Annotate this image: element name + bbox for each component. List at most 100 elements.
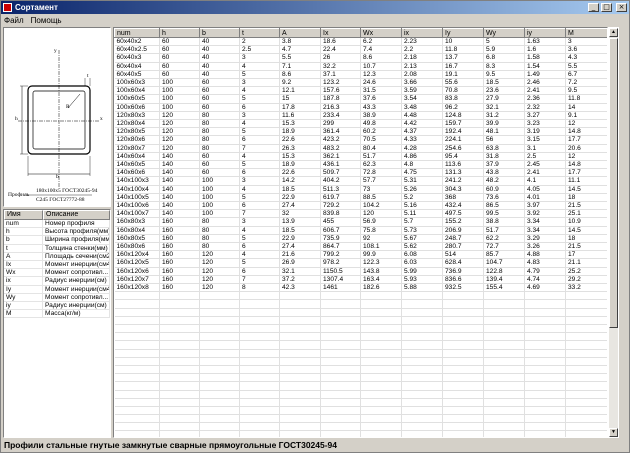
menu-help[interactable]: Помощь xyxy=(31,16,62,25)
table-cell: 5 xyxy=(239,70,280,80)
scroll-thumb[interactable] xyxy=(609,38,618,328)
param-row[interactable]: ix Радиус инерции(см) xyxy=(4,277,110,286)
empty-cell xyxy=(442,291,484,301)
table-row[interactable]: 100x60x3 100 60 3 9.2 123.2 24.6 3.66 55.6 18.5 2.… xyxy=(114,78,607,88)
column-header[interactable]: h xyxy=(159,28,200,38)
empty-cell xyxy=(401,422,443,432)
table-cell: 6 xyxy=(239,135,280,145)
table-row[interactable]: 120x80x5 120 80 5 18.9 361.4 60.2 4.37 192.4 48.1… xyxy=(114,127,607,137)
empty-cell xyxy=(401,349,443,358)
table-row[interactable]: 140x60x6 140 60 6 22.6 509.7 72.8 4.75 131.3 43.8… xyxy=(114,168,607,178)
close-button[interactable]: × xyxy=(616,3,627,12)
table-cell: 4.33 xyxy=(401,135,443,145)
table-row[interactable]: 100x60x5 100 60 5 15 187.8 37.6 3.54 83.8 27.9 2.3… xyxy=(114,94,607,104)
param-row[interactable]: iy Радиус инерции(см) xyxy=(4,301,110,311)
column-header[interactable]: Wy xyxy=(483,28,525,38)
table-cell: 2.5 xyxy=(524,152,566,162)
empty-cell xyxy=(565,299,607,309)
table-row[interactable]: 60x40x5 60 40 5 8.6 37.1 12.3 2.08 19.1 9.5 1.49 6.… xyxy=(114,70,607,80)
vertical-scrollbar[interactable]: ▲ ▼ xyxy=(608,27,619,438)
table-row[interactable]: 100x60x4 100 60 4 12.1 157.6 31.5 3.59 70.8 23.6 2… xyxy=(114,86,607,96)
param-row[interactable]: b Ширина профиля(мм) xyxy=(4,236,110,245)
table-row[interactable]: 60x40x3 60 40 3 5.5 26 8.6 2.18 13.7 6.8 1.58 4.3 xyxy=(114,53,607,63)
table-cell: 5 xyxy=(483,37,525,47)
table-row[interactable]: 60x40x2.5 60 40 2.5 4.7 22.4 7.4 2.2 11.8 5.9 1.6 3… xyxy=(114,45,607,55)
scroll-up-arrow-icon[interactable]: ▲ xyxy=(609,28,618,37)
table-row[interactable]: 140x100x3 140 100 3 14.2 404.2 57.7 5.31 241.2 48… xyxy=(114,176,607,186)
table-row[interactable]: 120x80x3 120 80 3 11.6 233.4 38.9 4.48 124.8 31.2… xyxy=(114,111,607,121)
table-row[interactable]: 160x80x5 160 80 5 22.9 735.9 92 5.67 248.7 62.2 3.… xyxy=(114,234,607,244)
empty-cell xyxy=(199,430,240,437)
table-row[interactable]: 160x80x4 160 80 4 18.5 606.7 75.8 5.73 206.9 51.7… xyxy=(114,226,607,235)
table-row[interactable]: 160x120x6 160 120 6 32.1 1150.5 143.8 5.99 736.9… xyxy=(114,267,607,276)
scroll-down-arrow-icon[interactable]: ▼ xyxy=(609,428,618,437)
table-row[interactable]: 160x120x8 160 120 8 42.3 1461 182.6 5.88 932.5 15… xyxy=(114,283,607,293)
column-header[interactable]: ix xyxy=(401,28,443,38)
table-cell: 120 xyxy=(159,144,200,153)
empty-cell xyxy=(320,357,361,366)
dim-t-label: t xyxy=(87,73,89,79)
table-row[interactable]: 160x80x6 160 80 6 27.4 864.7 108.1 5.62 280.7 72.… xyxy=(114,242,607,252)
param-row[interactable]: num Номер профиля xyxy=(4,220,110,229)
column-header[interactable]: Wx xyxy=(360,28,402,38)
column-header[interactable]: b xyxy=(199,28,240,38)
empty-cell xyxy=(442,430,484,437)
table-row[interactable]: 140x100x6 140 100 6 27.4 729.2 104.2 5.16 432.4 8… xyxy=(114,201,607,211)
column-header[interactable]: num xyxy=(114,28,160,38)
table-row[interactable]: 120x80x7 120 80 7 26.3 483.2 80.4 4.28 254.6 63.8… xyxy=(114,144,607,153)
param-row[interactable]: M Масса(кг/м) xyxy=(4,310,110,319)
table-row[interactable]: 160x120x5 160 120 5 26.9 978.2 122.3 6.03 628.4 1… xyxy=(114,258,607,268)
param-row[interactable]: Ix Момент инерции(см4) xyxy=(4,260,110,270)
menu-file[interactable]: Файл xyxy=(4,16,24,25)
empty-cell xyxy=(320,299,361,309)
param-row[interactable]: Wy Момент сопротивл... xyxy=(4,293,110,302)
table-cell: 140x100x3 xyxy=(114,176,160,186)
param-row[interactable]: t Толщина стенки(мм) xyxy=(4,244,110,253)
empty-cell xyxy=(239,390,280,399)
param-name-header[interactable]: Имя xyxy=(4,210,43,220)
table-cell: 31.2 xyxy=(483,111,525,121)
column-header[interactable]: Iy xyxy=(442,28,484,38)
param-name: Ix xyxy=(4,260,43,269)
empty-cell xyxy=(442,332,484,342)
table-row[interactable]: 120x80x4 120 80 4 15.3 299 49.8 4.42 159.7 39.9 3.… xyxy=(114,119,607,129)
table-cell: 33.2 xyxy=(565,283,607,293)
param-row[interactable]: Wx Момент сопротивл... xyxy=(4,269,110,278)
column-header[interactable]: Ix xyxy=(320,28,361,38)
empty-cell xyxy=(360,299,402,309)
table-cell: 60 xyxy=(199,152,240,162)
empty-cell xyxy=(239,349,280,358)
column-header[interactable]: M xyxy=(565,28,607,38)
table-row[interactable]: 140x60x5 140 60 5 18.9 436.1 62.3 4.8 113.6 37.9 2… xyxy=(114,160,607,170)
empty-cell xyxy=(483,390,525,399)
empty-cell xyxy=(565,357,607,366)
param-row[interactable]: A Площадь сечени(см2) xyxy=(4,252,110,261)
table-row[interactable]: 140x60x4 140 60 4 15.3 362.1 51.7 4.86 95.4 31.8 2… xyxy=(114,152,607,162)
table-row[interactable]: 140x100x4 140 100 4 18.5 511.3 73 5.26 304.3 60.9… xyxy=(114,185,607,194)
table-row[interactable]: 140x100x5 140 100 5 22.9 619.7 88.5 5.2 368 73.6 4… xyxy=(114,193,607,203)
empty-cell xyxy=(565,422,607,432)
table-cell: 4 xyxy=(239,250,280,260)
param-row[interactable]: Iy Момент инерции(см4) xyxy=(4,285,110,294)
table-row[interactable]: 100x60x6 100 60 6 17.8 216.3 43.3 3.48 96.2 32.1 2… xyxy=(114,103,607,112)
param-row[interactable]: h Высота профиля(мм) xyxy=(4,228,110,237)
table-cell: 8 xyxy=(239,283,280,293)
column-header[interactable]: A xyxy=(279,28,321,38)
table-cell: 3.8 xyxy=(279,37,321,47)
minimize-button[interactable]: _ xyxy=(588,3,599,12)
table-cell: 3.97 xyxy=(524,201,566,211)
column-header[interactable]: iy xyxy=(524,28,566,38)
table-row[interactable]: 120x80x6 120 80 6 22.6 423.2 70.5 4.33 224.1 56 3.… xyxy=(114,135,607,145)
table-row[interactable]: 140x100x7 140 100 7 32 839.8 120 5.11 497.5 99.5 3… xyxy=(114,209,607,219)
table-row[interactable]: 160x80x3 160 80 3 13.9 455 56.9 5.7 155.2 38.8 3.3… xyxy=(114,217,607,227)
table-row[interactable]: 160x120x4 160 120 4 21.6 799.2 99.9 6.08 514 85.7… xyxy=(114,250,607,260)
table-row[interactable]: 60x40x2 60 40 2 3.8 18.6 6.2 2.23 10 5 1.63 3 xyxy=(114,37,607,47)
table-cell: 80 xyxy=(199,127,240,137)
maximize-button[interactable]: □ xyxy=(601,3,612,12)
param-desc-header[interactable]: Описание xyxy=(43,210,110,220)
table-row[interactable]: 60x40x4 60 40 4 7.1 32.2 10.7 2.13 16.7 8.3 1.54 5.… xyxy=(114,62,607,71)
table-row[interactable]: 160x120x7 160 120 7 37.2 1307.4 163.4 5.93 836.6… xyxy=(114,275,607,285)
table-cell: 628.4 xyxy=(442,258,484,268)
table-cell: 160x80x6 xyxy=(114,242,160,252)
column-header[interactable]: t xyxy=(239,28,280,38)
